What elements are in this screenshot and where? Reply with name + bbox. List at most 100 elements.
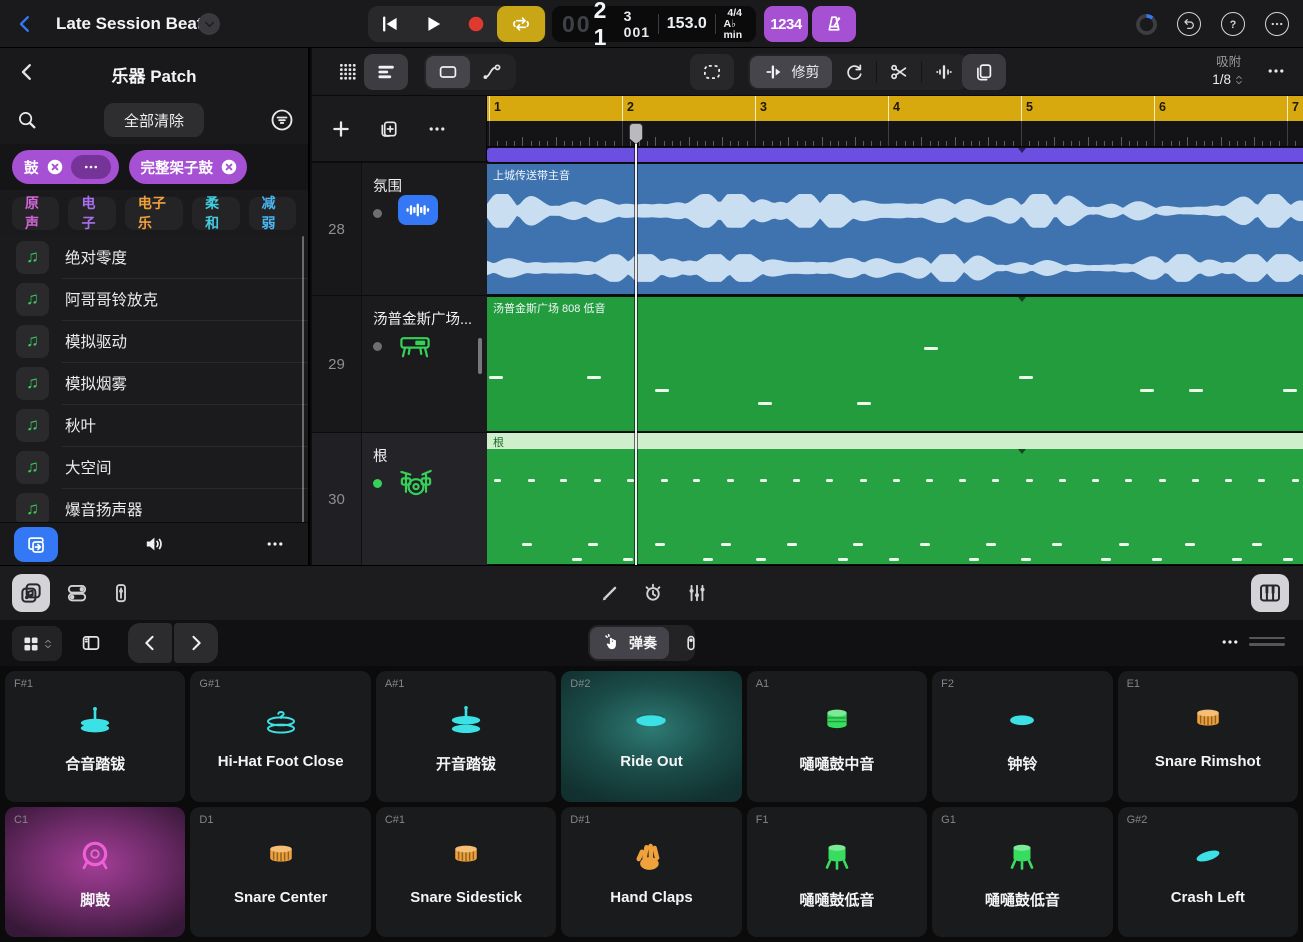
filter-chip[interactable]: 电子: [68, 197, 115, 230]
library-scrollbar[interactable]: [302, 236, 304, 526]
go-to-beginning-button[interactable]: [368, 6, 411, 42]
play-button[interactable]: [411, 6, 454, 42]
mixer-button[interactable]: [678, 574, 716, 612]
drum-pad[interactable]: C1脚鼓: [5, 807, 185, 938]
kick-drum-icon: [5, 839, 185, 873]
drum-pad[interactable]: F1嗵嗵鼓低音: [747, 807, 927, 938]
drum-pad[interactable]: D1Snare Center: [190, 807, 370, 938]
track-29-header[interactable]: 29 汤普金斯广场...: [312, 295, 487, 432]
record-enable-dot[interactable]: [373, 342, 382, 351]
tag-pill-drums[interactable]: 鼓: [12, 150, 119, 184]
drum-pad[interactable]: G#1Hi-Hat Foot Close: [190, 671, 370, 802]
play-surface-button[interactable]: [1251, 574, 1289, 612]
tag-pill-full-kit[interactable]: 完整架子鼓: [129, 150, 248, 184]
trim-tool-button[interactable]: 修剪: [750, 56, 832, 88]
metronome-button[interactable]: [812, 6, 856, 42]
remove-tag-icon[interactable]: [219, 157, 239, 177]
pad-layout-button[interactable]: [12, 626, 62, 661]
drum-pad[interactable]: F2钟铃: [932, 671, 1112, 802]
filter-chip[interactable]: 原声: [12, 197, 59, 230]
fader-panel-button[interactable]: [102, 574, 140, 612]
audio-region[interactable]: 上城传送带主音: [487, 164, 1303, 294]
record-enable-dot[interactable]: [373, 209, 382, 218]
lcd-display[interactable]: 00 2 1 3 001 153.0 4/4 A♭ min: [552, 6, 756, 42]
timeline-ruler[interactable]: 1 2 3 4 5 6 7: [487, 96, 1303, 121]
loop-marker-icon: [1018, 297, 1026, 302]
track-28-header[interactable]: 28 氛围: [312, 162, 487, 295]
midi-region-selected[interactable]: 根: [487, 433, 1303, 564]
patch-list-item[interactable]: ♫秋叶: [0, 404, 308, 446]
quantize-button[interactable]: [634, 574, 672, 612]
tracks-more-icon[interactable]: [1265, 60, 1287, 82]
patch-list-item[interactable]: ♫模拟驱动: [0, 320, 308, 362]
snap-control[interactable]: 吸附 1/8: [1212, 53, 1245, 89]
search-icon[interactable]: [16, 109, 38, 131]
tag-more-button[interactable]: [71, 155, 111, 179]
velocity-mode-button[interactable]: [669, 627, 693, 659]
preview-volume-icon[interactable]: [143, 533, 165, 555]
split-tool-button[interactable]: [877, 56, 921, 88]
pads-more-icon[interactable]: [1219, 631, 1241, 653]
drum-pad[interactable]: F#1合音踏钹: [5, 671, 185, 802]
loop-tool-button[interactable]: [832, 56, 876, 88]
previous-kit-button[interactable]: [128, 623, 172, 663]
project-menu-button[interactable]: [198, 13, 220, 35]
automation-mode-button[interactable]: [470, 56, 514, 88]
drum-pad[interactable]: D#1Hand Claps: [561, 807, 741, 938]
back-icon[interactable]: [14, 13, 36, 35]
patch-list-item[interactable]: ♫绝对零度: [0, 236, 308, 278]
track-row-28: 上城传送带主音 28 氛围: [312, 162, 1303, 295]
regions-mode-button[interactable]: [426, 56, 470, 88]
more-button[interactable]: [1265, 12, 1289, 36]
filter-icon[interactable]: [270, 108, 294, 132]
tracks-view-button[interactable]: [364, 54, 408, 90]
help-button[interactable]: ?: [1221, 12, 1245, 36]
cycle-button[interactable]: [497, 6, 545, 42]
filter-chip[interactable]: 柔和: [192, 197, 239, 230]
selected-tags-row: 鼓 完整架子鼓: [0, 144, 308, 190]
filter-chip[interactable]: 减弱: [249, 197, 296, 230]
patch-list-item[interactable]: ♫阿哥哥铃放克: [0, 278, 308, 320]
smart-controls-button[interactable]: [58, 574, 96, 612]
tracks-scrollbar[interactable]: [478, 338, 482, 374]
drum-pad[interactable]: E1Snare Rimshot: [1118, 671, 1298, 802]
patch-list-item[interactable]: ♫大空间: [0, 446, 308, 488]
library-search-row: 全部清除: [0, 96, 308, 144]
patch-list-item[interactable]: ♫模拟烟雾: [0, 362, 308, 404]
browser-panel-button[interactable]: [12, 574, 50, 612]
paste-button[interactable]: [962, 54, 1006, 90]
undo-button[interactable]: [1177, 12, 1201, 36]
filter-chip[interactable]: 电子乐: [125, 197, 183, 230]
track-30-lane[interactable]: 根: [487, 432, 1303, 565]
clear-all-button[interactable]: 全部清除: [104, 103, 204, 137]
drum-pad[interactable]: A#1开音踏钹: [376, 671, 556, 802]
duplicate-track-button[interactable]: [378, 118, 400, 140]
remove-tag-icon[interactable]: [45, 157, 65, 177]
tap-play-mode-button[interactable]: 弹奏: [590, 627, 669, 659]
sidebar-toggle-icon[interactable]: [80, 632, 102, 654]
drum-pad[interactable]: C#1Snare Sidestick: [376, 807, 556, 938]
track-28-lane[interactable]: 上城传送带主音: [487, 162, 1303, 295]
track-29-lane[interactable]: 汤普金斯广场 808 低音: [487, 295, 1303, 432]
panel-resize-handle[interactable]: [1249, 637, 1285, 648]
library-more-icon[interactable]: [264, 533, 286, 555]
drum-pad[interactable]: G1嗵嗵鼓低音: [932, 807, 1112, 938]
drum-pad[interactable]: A1嗵嗵鼓中音: [747, 671, 927, 802]
project-title[interactable]: Late Session Beat: [56, 14, 202, 34]
input-monitor-dot[interactable]: [373, 479, 382, 488]
edit-button[interactable]: [590, 574, 628, 612]
add-track-button[interactable]: [330, 118, 352, 140]
region-track-27-edge[interactable]: [487, 148, 1303, 162]
gain-tool-button[interactable]: [922, 56, 966, 88]
marquee-tool-button[interactable]: [690, 54, 734, 90]
count-in-button[interactable]: 1234: [764, 6, 808, 42]
logic-pro-app: Late Session Beat 00 2 1 3 001 153.0 4/4…: [0, 0, 1303, 942]
track-30-header[interactable]: 30 根: [312, 432, 487, 565]
track-header-more-button[interactable]: [426, 118, 448, 140]
drum-pad[interactable]: G#2Crash Left: [1118, 807, 1298, 938]
next-kit-button[interactable]: [174, 623, 218, 663]
selected-region-header[interactable]: 根: [487, 433, 1303, 449]
midi-region[interactable]: 汤普金斯广场 808 低音: [487, 297, 1303, 431]
record-button[interactable]: [454, 6, 497, 42]
drum-pad[interactable]: D#2Ride Out: [561, 671, 741, 802]
